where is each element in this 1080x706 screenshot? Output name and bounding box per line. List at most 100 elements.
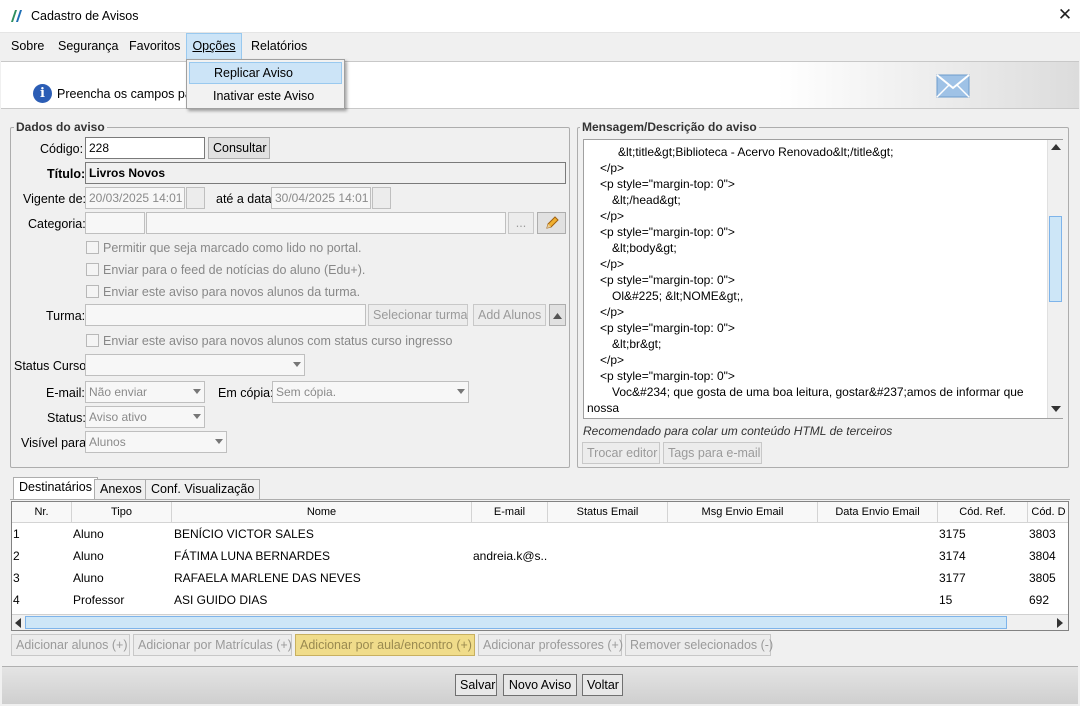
code-line: &lt;/head&gt; (612, 193, 681, 207)
cell-cod-d: 3805 (1029, 571, 1056, 585)
menu-relatorios[interactable]: Relatórios (246, 33, 312, 60)
pencil-icon[interactable] (537, 212, 566, 234)
arrow-up-icon[interactable] (549, 304, 566, 326)
envelope-icon (936, 74, 970, 98)
column-header[interactable]: E-mail (472, 502, 548, 523)
code-line: </p> (600, 209, 625, 223)
ate-calendar-icon[interactable] (372, 187, 391, 209)
cell-nome: ASI GUIDO DIAS (174, 593, 268, 607)
scroll-down-icon[interactable] (1051, 406, 1061, 412)
status-label: Status: (47, 411, 86, 425)
codigo-label: Código: (40, 142, 84, 156)
column-header[interactable]: Nr. (12, 502, 72, 523)
code-line: </p> (600, 305, 625, 319)
scroll-thumb[interactable] (1049, 216, 1062, 302)
ate-field[interactable]: 30/04/2025 14:01 (271, 187, 371, 209)
banner-text: Preencha os campos par (57, 87, 196, 101)
check-novos-alunos-turma[interactable]: Enviar este aviso para novos alunos da t… (86, 285, 360, 299)
column-header[interactable]: Nome (172, 502, 472, 523)
ate-label: até a data: (216, 192, 276, 206)
tab-conf-visualizacao[interactable]: Conf. Visualização (145, 479, 261, 499)
copia-select[interactable]: Sem cópia. (272, 381, 469, 403)
remover-selecionados-button[interactable]: Remover selecionados (-) (625, 634, 773, 656)
turma-label: Turma: (46, 309, 86, 323)
cell-cod-ref: 3177 (939, 571, 966, 585)
salvar-button[interactable]: Salvar (455, 674, 497, 696)
mensagem-editor[interactable]: &lt;title&gt;Biblioteca - Acervo Renovad… (583, 139, 1063, 419)
menu-favoritos[interactable]: Favoritos (124, 33, 185, 60)
adicionar-alunos-button[interactable]: Adicionar alunos (+) (11, 634, 130, 656)
add-alunos-button[interactable]: Add Alunos (473, 304, 546, 326)
categoria-name-field[interactable] (146, 212, 506, 234)
scroll-right-icon[interactable] (1057, 618, 1063, 628)
checkbox[interactable] (86, 263, 99, 276)
code-line: <p style="margin-top: 0"> (600, 273, 735, 287)
codigo-field[interactable]: 228 (85, 137, 205, 159)
code-line: </p> (600, 257, 625, 271)
column-header[interactable]: Status Email (548, 502, 668, 523)
checkbox[interactable] (86, 285, 99, 298)
chevron-down-icon (193, 389, 201, 394)
menu-seguranca[interactable]: Segurança (53, 33, 123, 60)
trocar-editor-button[interactable]: Trocar editor (582, 442, 660, 464)
scroll-left-icon[interactable] (15, 618, 21, 628)
code-line: Voc&#234; que gosta de uma boa leitura, … (612, 385, 1024, 399)
mensagem-scrollbar[interactable] (1047, 140, 1063, 418)
categoria-code-field[interactable] (85, 212, 145, 234)
menu-item-replicar-aviso[interactable]: Replicar Aviso (189, 62, 342, 84)
cell-nome: BENÍCIO VICTOR SALES (174, 527, 314, 541)
cell-cod-d: 3803 (1029, 527, 1056, 541)
check-lido-portal[interactable]: Permitir que seja marcado como lido no p… (86, 241, 361, 255)
voltar-button[interactable]: Voltar (582, 674, 623, 696)
column-header[interactable]: Msg Envio Email (668, 502, 818, 523)
copia-label: Em cópia: (218, 386, 274, 400)
status-select[interactable]: Aviso ativo (85, 406, 205, 428)
close-icon[interactable]: ✕ (1055, 4, 1075, 26)
titulo-field[interactable]: Livros Novos (85, 162, 566, 184)
adicionar-matriculas-button[interactable]: Adicionar por Matrículas (+) (133, 634, 292, 656)
cell-tipo: Aluno (73, 549, 104, 563)
column-header[interactable]: Cód. Ref. (938, 502, 1028, 523)
selecionar-turma-button[interactable]: Selecionar turma (368, 304, 468, 326)
cell-email (472, 523, 548, 545)
menu-sobre[interactable]: Sobre (6, 33, 49, 60)
adicionar-professores-button[interactable]: Adicionar professores (+) (478, 634, 623, 656)
check-feed-noticias[interactable]: Enviar para o feed de notícias do aluno … (86, 263, 365, 277)
categoria-search-button[interactable]: ... (508, 212, 534, 234)
chevron-down-icon (215, 439, 223, 444)
menu-item-inativar-aviso[interactable]: Inativar este Aviso (189, 85, 342, 107)
chevron-down-icon (457, 389, 465, 394)
column-header[interactable]: Data Envio Email (818, 502, 938, 523)
vigente-field[interactable]: 20/03/2025 14:01 (85, 187, 185, 209)
scroll-thumb[interactable] (25, 616, 1007, 629)
email-select[interactable]: Não enviar (85, 381, 205, 403)
column-header[interactable]: Tipo (72, 502, 172, 523)
checkbox[interactable] (86, 241, 99, 254)
dados-legend: Dados do aviso (14, 120, 107, 134)
status-curso-label: Status Curso: (14, 359, 90, 373)
vigente-calendar-icon[interactable] (186, 187, 205, 209)
cell-cod-ref: 3175 (939, 527, 966, 541)
checkbox[interactable] (86, 334, 99, 347)
status-curso-select[interactable] (85, 354, 305, 376)
categoria-label: Categoria: (28, 217, 86, 231)
turma-field[interactable] (85, 304, 366, 326)
tags-email-button[interactable]: Tags para e-mail (663, 442, 762, 464)
destinatarios-table[interactable]: Nr. Tipo Nome E-mail Status Email Msg En… (11, 501, 1069, 631)
cell-cod-d: 692 (1029, 593, 1050, 607)
table-hscrollbar[interactable] (12, 614, 1068, 630)
tab-destinatarios[interactable]: Destinatários (13, 477, 98, 500)
check-status-ingresso[interactable]: Enviar este aviso para novos alunos com … (86, 334, 452, 348)
column-header[interactable]: Cód. D (1028, 502, 1068, 523)
visivel-select[interactable]: Alunos (85, 431, 227, 453)
code-line: <p style="margin-top: 0"> (600, 177, 735, 191)
scroll-up-icon[interactable] (1051, 144, 1061, 150)
consultar-button[interactable]: Consultar (208, 137, 270, 159)
menu-bar: Sobre Segurança Favoritos Opções Relatór… (0, 33, 1080, 60)
mensagem-hint: Recomendado para colar um conteúdo HTML … (583, 424, 893, 438)
tab-anexos[interactable]: Anexos (94, 479, 148, 499)
adicionar-aula-button[interactable]: Adicionar por aula/encontro (+) (295, 634, 475, 656)
titulo-label: Título: (47, 167, 86, 181)
menu-opcoes[interactable]: Opções (186, 33, 242, 60)
novo-aviso-button[interactable]: Novo Aviso (503, 674, 577, 696)
